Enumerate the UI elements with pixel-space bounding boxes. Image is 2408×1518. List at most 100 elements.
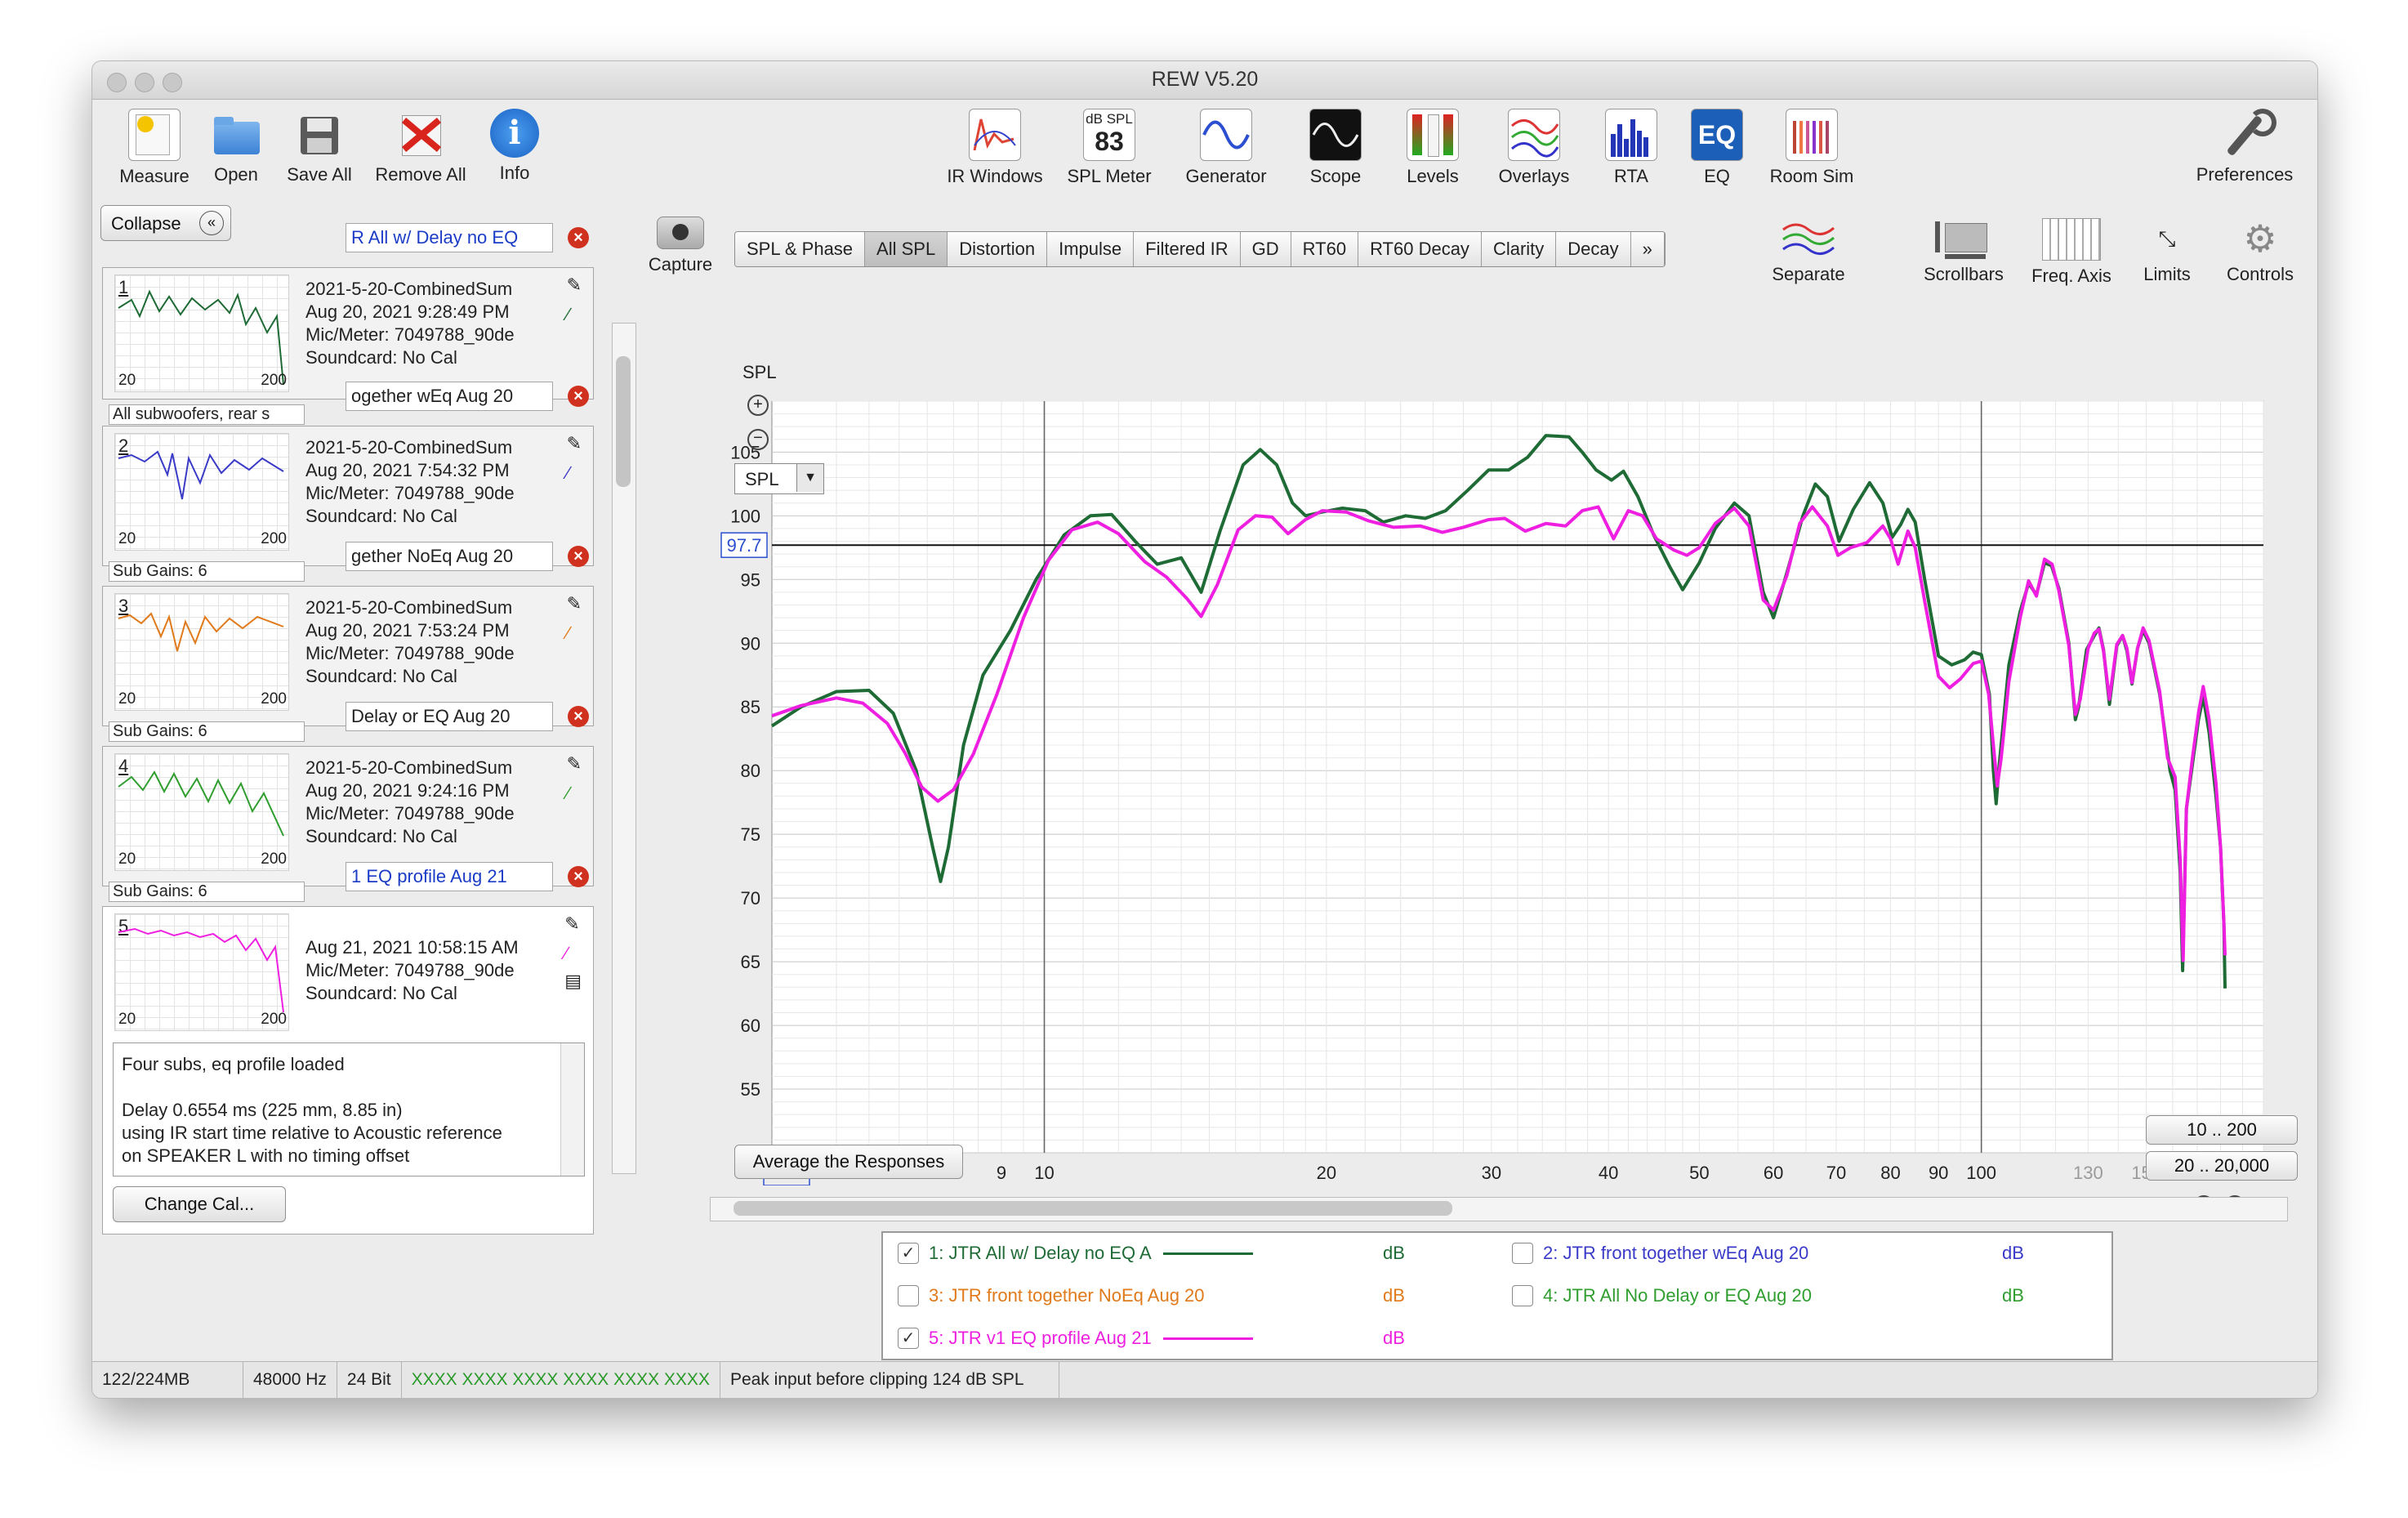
- legend-item-5[interactable]: ✓ 5: JTR v1 EQ profile Aug 21: [898, 1328, 1253, 1349]
- measure-button[interactable]: Measure: [105, 109, 203, 187]
- legend-checkbox-5[interactable]: ✓: [898, 1328, 919, 1349]
- room-sim-button[interactable]: Room Sim: [1759, 109, 1865, 187]
- preferences-button[interactable]: Preferences: [2183, 109, 2306, 185]
- edit-icon[interactable]: ✎: [567, 275, 582, 296]
- limits-button[interactable]: ⤡ Limits: [2126, 218, 2208, 285]
- legend-item-2[interactable]: 2: JTR front together wEq Aug 20: [1512, 1243, 1808, 1264]
- edit-icon[interactable]: ✎: [567, 593, 582, 614]
- tab-filtered-ir[interactable]: Filtered IR: [1134, 232, 1241, 266]
- graph-h-scrollbar[interactable]: [710, 1197, 2288, 1221]
- tab-rt60-decay[interactable]: RT60 Decay: [1358, 232, 1482, 266]
- measurement-thumbnail-2[interactable]: 2 20 200: [114, 433, 289, 551]
- ir-windows-button[interactable]: IR Windows: [934, 109, 1056, 187]
- zoom-out-icon[interactable]: −: [747, 429, 769, 450]
- edit-icon[interactable]: ✎: [564, 913, 582, 935]
- info-button[interactable]: i Info: [478, 109, 551, 184]
- y-tick-label: 95: [741, 569, 760, 590]
- scrollbars-button[interactable]: Scrollbars: [1902, 218, 2025, 285]
- measurement-card-1[interactable]: 1 20 200 2021-5-20-CombinedSum Aug 20, 20…: [102, 267, 594, 400]
- pen-color-icon[interactable]: ∕: [567, 783, 582, 804]
- measurement-thumbnail-4[interactable]: 4 20 200: [114, 753, 289, 871]
- card-2-side-icons[interactable]: ✎ ∕: [567, 433, 582, 484]
- zoom-in-icon[interactable]: +: [747, 395, 769, 416]
- legend-unit-3: dB: [1383, 1285, 1405, 1306]
- remove-all-button[interactable]: Remove All: [363, 109, 478, 185]
- notes-icon[interactable]: ▤: [564, 971, 582, 992]
- average-responses-button[interactable]: Average the Responses: [734, 1145, 963, 1179]
- card-2-remove-icon[interactable]: ×: [568, 386, 589, 407]
- tab-all-spl[interactable]: All SPL: [865, 232, 948, 266]
- card-3-remove-icon[interactable]: ×: [568, 546, 589, 567]
- change-cal-button[interactable]: Change Cal...: [113, 1186, 286, 1222]
- legend-checkbox-3[interactable]: [898, 1285, 919, 1306]
- card-4-remove-icon[interactable]: ×: [568, 706, 589, 727]
- card-2-name-field[interactable]: ogether wEq Aug 20: [346, 382, 553, 411]
- controls-button[interactable]: ⚙ Controls: [2211, 218, 2309, 285]
- chevron-down-icon[interactable]: ▼: [796, 464, 823, 492]
- spl-graph[interactable]: SPL505560657075808590951001055.126789102…: [715, 319, 2280, 1185]
- spl-meter-button[interactable]: dB SPL 83 SPL Meter: [1056, 109, 1162, 187]
- legend-item-3[interactable]: 3: JTR front together NoEq Aug 20: [898, 1285, 1205, 1306]
- status-peak-input: Peak input before clipping 124 dB SPL: [720, 1362, 1059, 1398]
- tab-rt60[interactable]: RT60: [1291, 232, 1359, 266]
- collapse-button[interactable]: Collapse «: [100, 205, 231, 241]
- pen-color-icon[interactable]: ∕: [567, 304, 582, 325]
- legend-checkbox-1[interactable]: ✓: [898, 1243, 919, 1264]
- pen-color-icon[interactable]: ∕: [567, 623, 582, 644]
- x-tick-label: 60: [1764, 1163, 1783, 1183]
- tab-impulse[interactable]: Impulse: [1047, 232, 1135, 266]
- notes-textarea[interactable]: Four subs, eq profile loaded Delay 0.655…: [113, 1043, 585, 1176]
- measurement-thumbnail-5[interactable]: 5 20 200: [114, 913, 289, 1031]
- card-1-remove-icon[interactable]: ×: [568, 227, 589, 248]
- card-5-name-field[interactable]: 1 EQ profile Aug 21: [346, 862, 553, 891]
- capture-button[interactable]: Capture: [640, 217, 721, 275]
- overlays-button[interactable]: Overlays: [1481, 109, 1587, 187]
- card-4-side-icons[interactable]: ✎ ∕: [567, 753, 582, 804]
- pen-color-icon[interactable]: ∕: [564, 943, 582, 964]
- legend-item-1[interactable]: ✓ 1: JTR All w/ Delay no EQ A: [898, 1243, 1253, 1264]
- open-button[interactable]: Open: [195, 109, 277, 185]
- tab-gd[interactable]: GD: [1240, 232, 1291, 266]
- measurement-thumbnail-3[interactable]: 3 20 200: [114, 593, 289, 711]
- separate-button[interactable]: Separate: [1747, 218, 1870, 285]
- panel-scrollbar-thumb[interactable]: [616, 356, 631, 487]
- card-1-name-field[interactable]: R All w/ Delay no EQ: [346, 223, 553, 252]
- measurement-card-5[interactable]: 5 20 200 Aug 21, 2021 10:58:15 AM Mic/Met…: [102, 906, 594, 1234]
- levels-button[interactable]: Levels: [1388, 109, 1478, 187]
- tab-decay[interactable]: Decay: [1556, 232, 1631, 266]
- scope-button[interactable]: Scope: [1286, 109, 1385, 187]
- edit-icon[interactable]: ✎: [567, 433, 582, 454]
- card-1-mic: Mic/Meter: 7049788_90de: [305, 324, 515, 345]
- tab-distortion[interactable]: Distortion: [948, 232, 1048, 266]
- zoom-20-20000-button[interactable]: 20 .. 20,000: [2146, 1151, 2298, 1181]
- zoom-10-200-button[interactable]: 10 .. 200: [2146, 1115, 2298, 1145]
- card-3-side-icons[interactable]: ✎ ∕: [567, 593, 582, 644]
- legend-item-4[interactable]: 4: JTR All No Delay or EQ Aug 20: [1512, 1285, 1812, 1306]
- legend-checkbox-4[interactable]: [1512, 1285, 1533, 1306]
- tab-more[interactable]: »: [1630, 232, 1665, 266]
- card-5-soundcard: Soundcard: No Cal: [305, 983, 457, 1003]
- card-3-name-field[interactable]: gether NoEq Aug 20: [346, 542, 553, 571]
- x-tick-label: 80: [1880, 1163, 1900, 1183]
- pen-color-icon[interactable]: ∕: [567, 462, 582, 484]
- card-5-remove-icon[interactable]: ×: [568, 866, 589, 887]
- eq-button[interactable]: EQ EQ: [1680, 109, 1754, 187]
- legend-checkbox-2[interactable]: [1512, 1243, 1533, 1264]
- spl-dropdown[interactable]: SPL ▼: [734, 463, 824, 494]
- panel-scrollbar[interactable]: [612, 323, 636, 1174]
- card-5-side-icons[interactable]: ✎ ∕ ▤: [564, 913, 582, 992]
- graph-h-scrollbar-thumb[interactable]: [734, 1201, 1452, 1216]
- save-all-button[interactable]: Save All: [279, 109, 360, 185]
- card-1-side-icons[interactable]: ✎ ∕: [567, 275, 582, 325]
- generator-button[interactable]: Generator: [1169, 109, 1283, 187]
- tab-spl-phase[interactable]: SPL & Phase: [735, 232, 866, 266]
- y-axis-label: SPL: [742, 362, 777, 382]
- measurement-thumbnail-1[interactable]: 1 20 200: [114, 275, 289, 392]
- notes-scrollbar[interactable]: [560, 1043, 584, 1176]
- card-4-name-field[interactable]: Delay or EQ Aug 20: [346, 702, 553, 731]
- reference-level-label: 97.7: [727, 535, 762, 556]
- edit-icon[interactable]: ✎: [567, 753, 582, 775]
- tab-clarity[interactable]: Clarity: [1481, 232, 1557, 266]
- rta-button[interactable]: RTA: [1590, 109, 1672, 187]
- freq-axis-button[interactable]: Freq. Axis: [2018, 218, 2125, 287]
